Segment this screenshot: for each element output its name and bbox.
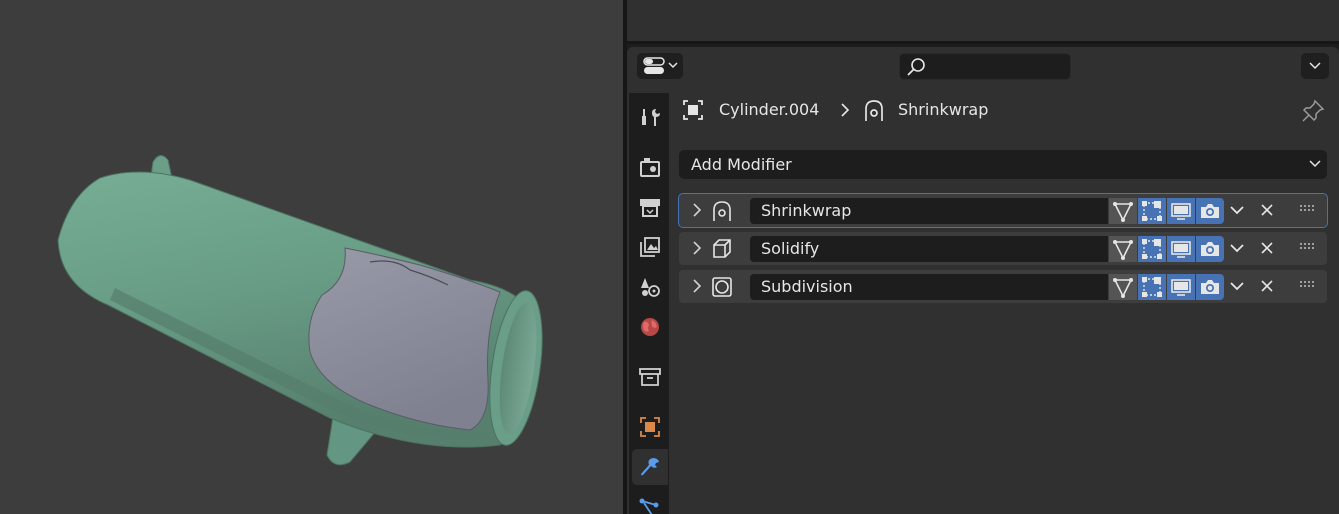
- close-icon[interactable]: [1259, 240, 1275, 256]
- edit-mode-cage-toggle[interactable]: [1109, 274, 1137, 300]
- solidify-icon: [713, 239, 731, 258]
- chevron-right-icon: [841, 103, 850, 117]
- shrinkwrap-icon: [865, 100, 883, 121]
- editor-type-button[interactable]: [637, 53, 683, 79]
- modifier-panel: Cylinder.004 Shrinkwrap Add Modifier Shr…: [678, 87, 1329, 514]
- monitor-icon: [1171, 241, 1191, 258]
- viewport-canvas[interactable]: [0, 0, 623, 514]
- search-input[interactable]: [932, 57, 1064, 76]
- chevron-right-icon[interactable]: [692, 203, 702, 217]
- chevron-right-icon[interactable]: [692, 279, 702, 293]
- tab-world[interactable]: [632, 309, 668, 345]
- monitor-icon: [1171, 279, 1191, 296]
- search-icon: [907, 58, 925, 76]
- vertex-triangle-icon: [1113, 202, 1133, 222]
- chevron-down-icon: [1309, 160, 1321, 168]
- viewport-display-toggle[interactable]: [1167, 198, 1195, 224]
- object-icon: [683, 100, 703, 120]
- edit-mode-cage-toggle[interactable]: [1109, 198, 1137, 224]
- world-icon: [641, 318, 659, 336]
- viewport-display-toggle[interactable]: [1167, 274, 1195, 300]
- tool-icon: [642, 109, 660, 126]
- add-modifier-label: Add Modifier: [691, 155, 792, 174]
- modifier-row-shrinkwrap[interactable]: Shrinkwrap: [678, 193, 1328, 228]
- tab-output[interactable]: [632, 189, 668, 225]
- close-icon[interactable]: [1259, 202, 1275, 218]
- modifier-wrench-icon: [641, 458, 659, 476]
- render-toggle[interactable]: [1196, 274, 1224, 300]
- chevron-down-icon[interactable]: [1228, 278, 1246, 294]
- edit-mode-toggle[interactable]: [1138, 236, 1166, 262]
- properties-tab-bar: [629, 93, 669, 514]
- camera-icon: [1201, 204, 1219, 218]
- breadcrumb-object-name: Cylinder.004: [719, 100, 820, 119]
- chevron-right-icon[interactable]: [692, 241, 702, 255]
- edit-mode-icon: [1142, 277, 1162, 297]
- subdivision-icon: [712, 277, 732, 297]
- drag-grip-icon[interactable]: [1300, 279, 1316, 291]
- close-icon[interactable]: [1259, 278, 1275, 294]
- blender-window: Cylinder.004 Shrinkwrap Add Modifier Shr…: [0, 0, 1339, 514]
- render-toggle[interactable]: [1196, 236, 1224, 262]
- output-icon: [640, 199, 660, 217]
- shrinkwrap-icon: [713, 201, 731, 221]
- edit-mode-cage-toggle[interactable]: [1109, 236, 1137, 262]
- vertex-triangle-icon: [1113, 278, 1133, 298]
- particles-icon: [639, 498, 659, 514]
- scene-icon: [641, 278, 660, 297]
- monitor-icon: [1171, 203, 1191, 220]
- breadcrumb-modifier-name: Shrinkwrap: [898, 100, 989, 119]
- tab-object[interactable]: [632, 409, 668, 445]
- 3d-viewport[interactable]: [0, 0, 623, 514]
- tab-collection[interactable]: [632, 359, 668, 395]
- properties-editor: Cylinder.004 Shrinkwrap Add Modifier Shr…: [627, 47, 1339, 514]
- vertex-triangle-icon: [1113, 240, 1133, 260]
- edit-mode-icon: [1142, 201, 1162, 221]
- properties-editor-icon: [643, 57, 665, 74]
- tab-scene[interactable]: [632, 269, 668, 305]
- tab-view-layer[interactable]: [632, 229, 668, 265]
- tab-render[interactable]: [632, 149, 668, 185]
- tab-modifiers[interactable]: [632, 449, 668, 485]
- object-icon: [640, 417, 660, 437]
- modifier-row-solidify[interactable]: Solidify: [679, 232, 1327, 265]
- pin-icon[interactable]: [1301, 99, 1325, 123]
- chevron-down-icon[interactable]: [1228, 240, 1246, 256]
- chevron-down-icon[interactable]: [1228, 202, 1246, 218]
- edit-mode-icon: [1142, 239, 1162, 259]
- collection-icon: [639, 368, 661, 386]
- modifier-name-field[interactable]: Solidify: [750, 236, 1108, 262]
- render-icon: [640, 158, 660, 177]
- tab-particles[interactable]: [632, 489, 668, 514]
- viewport-display-toggle[interactable]: [1167, 236, 1195, 262]
- chevron-down-icon: [1309, 62, 1321, 70]
- render-toggle[interactable]: [1196, 198, 1224, 224]
- options-dropdown-button[interactable]: [1301, 53, 1329, 79]
- search-field[interactable]: [899, 53, 1071, 80]
- properties-header: [627, 47, 1339, 87]
- camera-icon: [1201, 242, 1219, 256]
- modifier-name-field[interactable]: Subdivision: [750, 274, 1108, 300]
- camera-icon: [1201, 280, 1219, 294]
- drag-grip-icon[interactable]: [1300, 241, 1316, 253]
- edit-mode-toggle[interactable]: [1138, 198, 1166, 224]
- edit-mode-toggle[interactable]: [1138, 274, 1166, 300]
- chevron-down-icon: [668, 62, 678, 69]
- view-layer-icon: [640, 237, 660, 257]
- tab-tool[interactable]: [632, 99, 668, 135]
- add-modifier-button[interactable]: Add Modifier: [679, 150, 1327, 179]
- breadcrumb: Cylinder.004 Shrinkwrap: [679, 95, 1329, 125]
- modifier-name-field[interactable]: Shrinkwrap: [750, 198, 1108, 224]
- drag-grip-icon[interactable]: [1300, 203, 1316, 215]
- top-editor-area: [627, 0, 1339, 44]
- modifier-row-subdivision[interactable]: Subdivision: [679, 270, 1327, 303]
